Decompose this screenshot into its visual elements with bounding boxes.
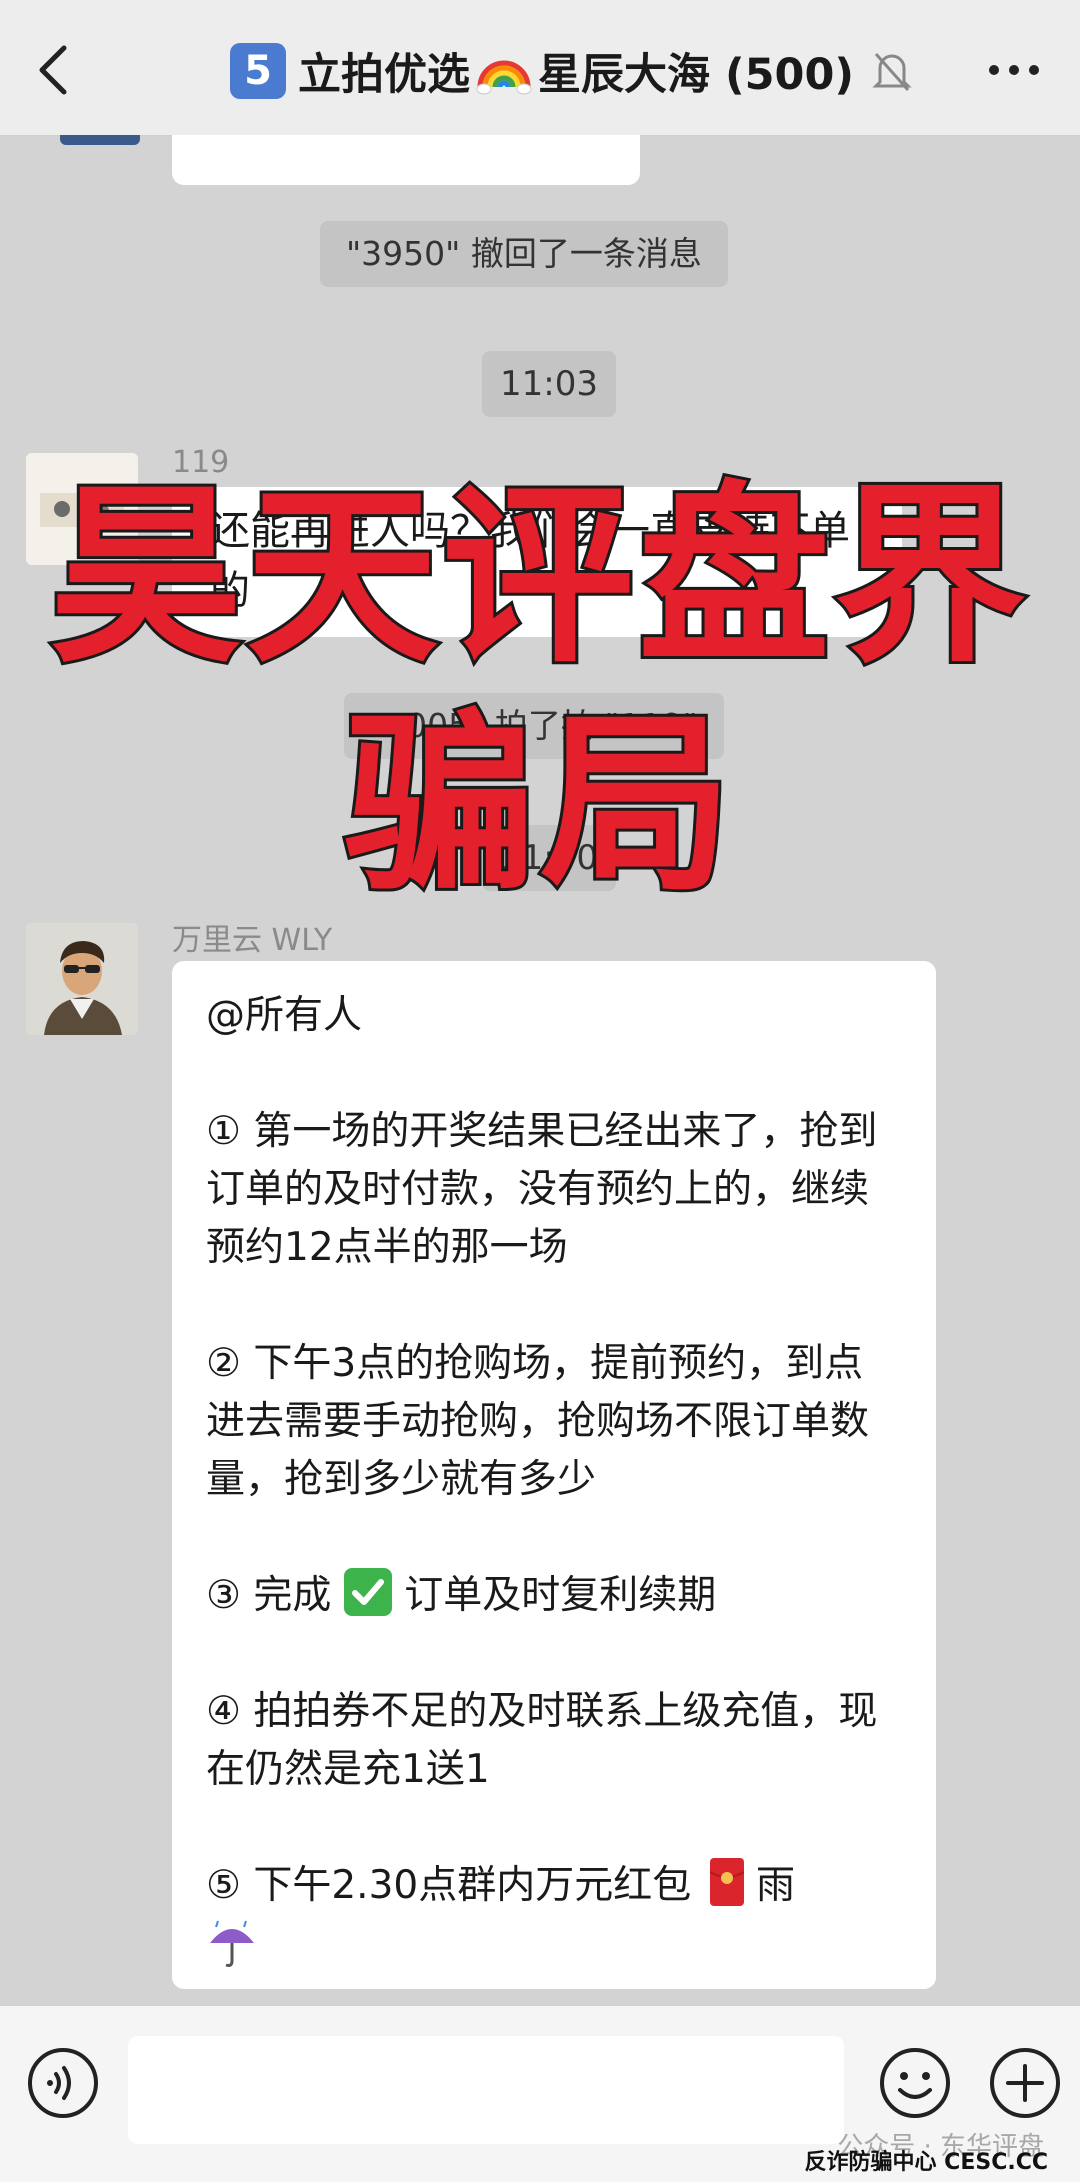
item5-tail: 雨 (756, 1863, 796, 1908)
announcement-item: ① 第一场的开奖结果已经出来了，抢到订单的及时付款，没有预约上的，继续预约12点… (206, 1109, 878, 1270)
message-text: 还有一个新人没进去 (210, 135, 570, 143)
avatar[interactable] (26, 923, 138, 1035)
chat-area: 还有一个新人没进去 "3950" 撤回了一条消息 11:03 119 还能再进人… (0, 135, 1080, 2005)
mention-all: @所有人 (206, 993, 363, 1038)
item3-prefix: ③ 完成 (206, 1573, 332, 1618)
announcement-bubble[interactable]: @所有人 ① 第一场的开奖结果已经出来了，抢到订单的及时付款，没有预约上的，继续… (172, 961, 936, 1989)
message-bubble[interactable]: 还有一个新人没进去 (172, 135, 640, 185)
title-suffix: 星辰大海 (500) (538, 50, 855, 100)
rainbow-icon (476, 60, 532, 95)
recall-notice: "3950" 撤回了一条消息 (320, 221, 728, 287)
avatar[interactable] (60, 135, 140, 145)
emoji-icon[interactable] (878, 2046, 952, 2120)
plus-icon[interactable] (988, 2046, 1062, 2120)
input-bar: 公众号 · 东华评盘 反诈防骗中心 CESC.CC (0, 2005, 1080, 2182)
voice-icon[interactable] (26, 2046, 100, 2120)
announcement-item: ④ 拍拍券不足的及时联系上级充值，现在仍然是充1送1 (206, 1689, 878, 1792)
more-icon[interactable] (984, 55, 1044, 85)
chat-title: 5 立拍优选 星辰大海 (500) (230, 36, 912, 106)
chat-header: 5 立拍优选 星辰大海 (500) (0, 0, 1080, 136)
overlay-title-line1: 昊天评盘界 (47, 466, 1030, 689)
item5-text: ⑤ 下午2.30点群内万元红包 (206, 1863, 692, 1908)
announcement-item: ② 下午3点的抢购场，提前预约，到点进去需要手动抢购，抢购场不限订单数量，抢到多… (206, 1341, 870, 1502)
announcement-item: ⑤ 下午2.30点群内万元红包 雨 (206, 1857, 900, 1915)
umbrella-icon (206, 1917, 258, 1969)
announcement-item: ③ 完成 订单及时复利续期 (206, 1567, 900, 1625)
message-input[interactable] (128, 2036, 844, 2144)
sender-name: 万里云 WLY (172, 923, 333, 958)
overlay-title-line2: 骗局 (341, 694, 736, 917)
back-arrow-icon[interactable] (30, 40, 80, 100)
bell-off-icon (872, 53, 912, 91)
title-prefix: 立拍优选 (298, 50, 470, 100)
check-icon (343, 1568, 392, 1616)
timestamp: 11:03 (482, 351, 616, 417)
red-envelope-icon (709, 1858, 744, 1906)
footer-mark: 反诈防骗中心 CESC.CC (804, 2150, 1048, 2175)
item3-suffix: 订单及时复利续期 (404, 1573, 717, 1618)
group-number-badge: 5 (230, 43, 286, 99)
